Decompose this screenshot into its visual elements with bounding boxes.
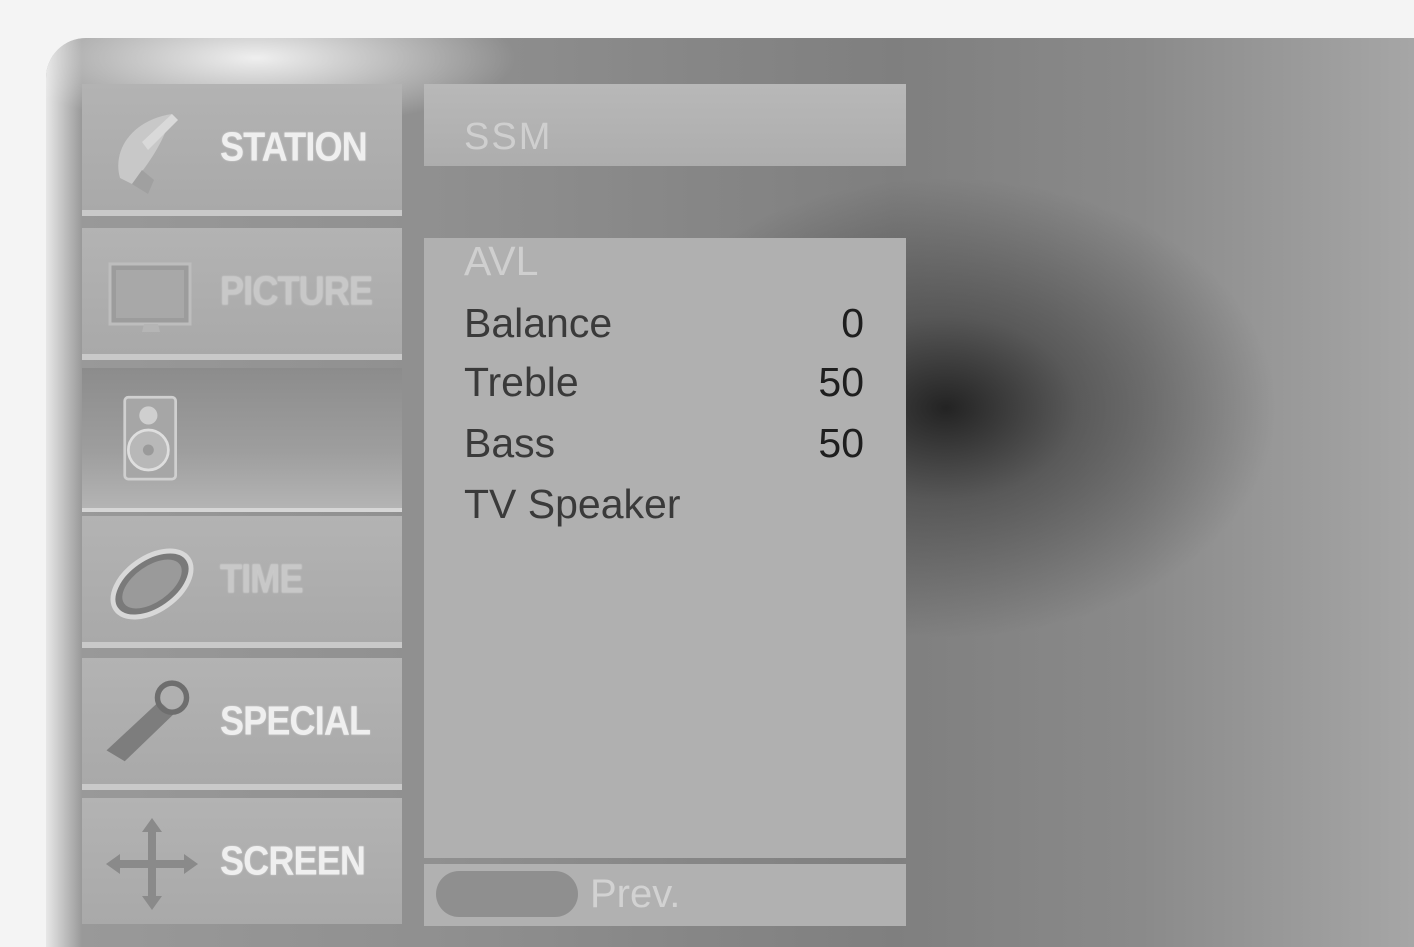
menu-item-bass[interactable]: Bass 50 (464, 420, 864, 476)
menu-item-balance[interactable]: Balance 0 (464, 300, 864, 356)
menu-footer: Prev. (424, 864, 906, 926)
satellite-dish-icon (118, 114, 178, 194)
speaker-icon (123, 395, 177, 481)
tab-station-label: STATION (220, 123, 368, 170)
prev-button[interactable] (436, 871, 578, 917)
clock-icon (110, 548, 194, 620)
ssm-option[interactable]: SSM (424, 84, 906, 166)
menu-item-value: 50 (818, 359, 864, 405)
tab-time[interactable]: TIME (82, 516, 402, 648)
tab-picture-label: PICTURE (220, 267, 373, 314)
sound-submenu-panel: AVL Balance 0 Treble 50 Bass 50 TV Speak… (424, 238, 906, 858)
tab-screen[interactable]: SCREEN (82, 798, 402, 924)
tv-screen-icon (108, 262, 192, 332)
tab-picture[interactable]: PICTURE (82, 228, 402, 360)
menu-item-value: 50 (818, 420, 864, 466)
tab-special[interactable]: SPECIAL (82, 658, 402, 790)
tag-key-icon (106, 680, 190, 762)
menu-item-label: Treble (464, 359, 579, 405)
menu-item-label: Balance (464, 300, 613, 346)
osd-menu: STATION PICTURE TIME SPECIAL SCREEN SSM … (46, 38, 1414, 947)
tab-sound[interactable] (82, 368, 402, 512)
menu-item-label: Bass (464, 420, 556, 466)
menu-item-label: TV Speaker (464, 481, 681, 527)
menu-item-value: 0 (841, 300, 864, 346)
tab-time-label: TIME (220, 555, 304, 602)
menu-item-label: AVL (464, 238, 539, 284)
tab-station[interactable]: STATION (82, 84, 402, 216)
menu-item-tv-speaker[interactable]: TV Speaker (464, 481, 864, 537)
move-arrows-icon (106, 818, 198, 910)
left-glow (46, 38, 82, 947)
menu-item-treble[interactable]: Treble 50 (464, 359, 864, 415)
ssm-label: SSM (464, 116, 553, 158)
menu-item-avl[interactable]: AVL (464, 238, 864, 294)
tab-screen-label: SCREEN (220, 837, 366, 884)
tab-special-label: SPECIAL (220, 697, 371, 744)
prev-label: Prev. (590, 872, 681, 916)
